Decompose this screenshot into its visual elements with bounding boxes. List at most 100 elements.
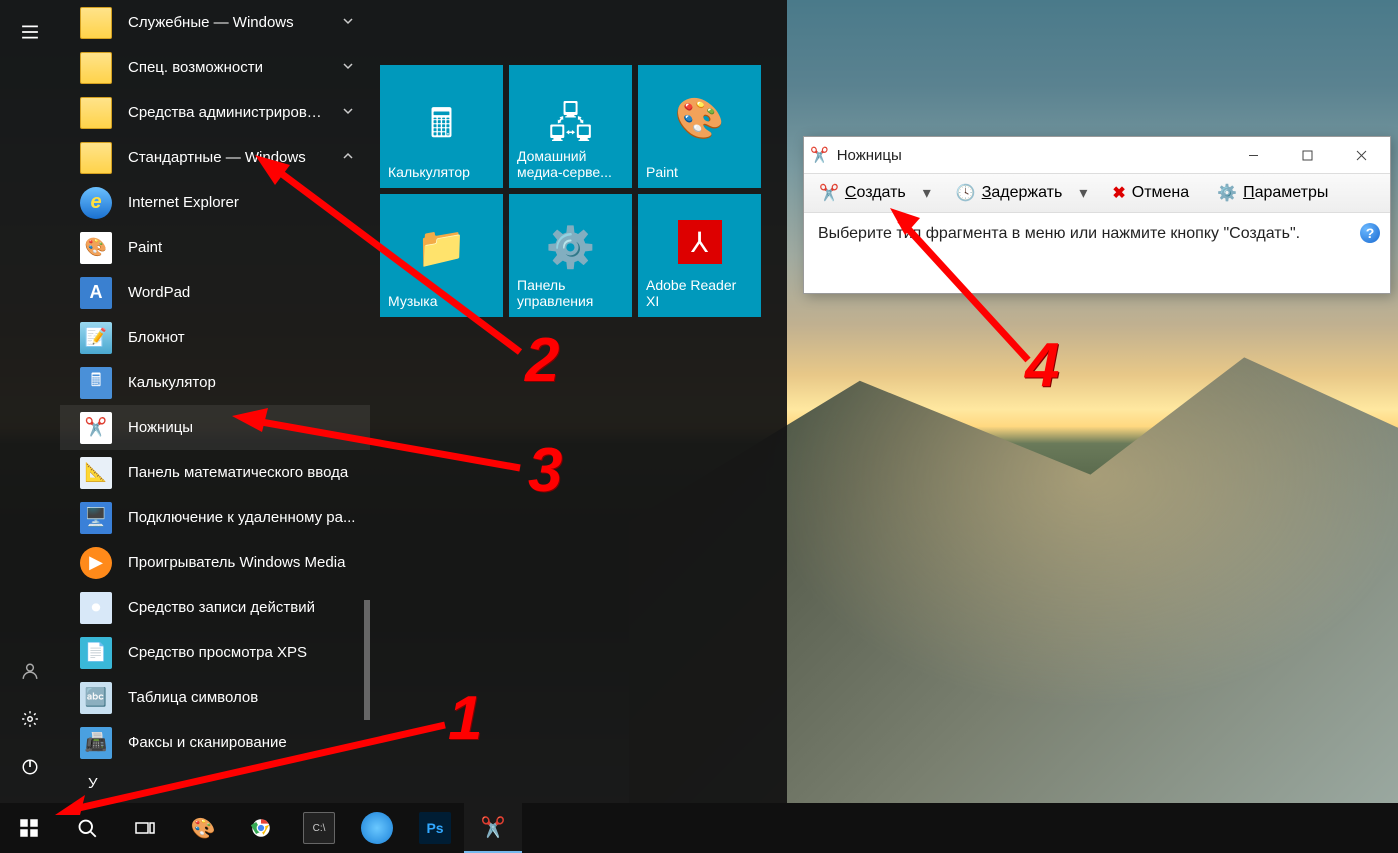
- app-label: Таблица символов: [128, 689, 358, 706]
- power-icon[interactable]: [6, 743, 54, 791]
- folder-label: Стандартные — Windows: [128, 149, 326, 166]
- app-math-panel[interactable]: 📐 Панель математического ввода: [60, 450, 370, 495]
- folder-icon: 📁: [417, 224, 467, 271]
- app-steps-recorder[interactable]: ⏺ Средство записи действий: [60, 585, 370, 630]
- settings-icon[interactable]: [6, 695, 54, 743]
- app-paint[interactable]: 🎨 Paint: [60, 225, 370, 270]
- fax-icon: 📠: [80, 727, 112, 759]
- app-windows-media-player[interactable]: ▶ Проигрыватель Windows Media: [60, 540, 370, 585]
- app-charmap[interactable]: 🔤 Таблица символов: [60, 675, 370, 720]
- photoshop-icon: Ps: [419, 812, 451, 844]
- tile-calculator[interactable]: 🖩 Калькулятор: [380, 65, 503, 188]
- app-label: Подключение к удаленному ра...: [128, 509, 358, 526]
- wordpad-icon: A: [80, 277, 112, 309]
- start-button[interactable]: [0, 803, 58, 853]
- delay-button[interactable]: 🕓 Задержать: [947, 178, 1072, 208]
- math-panel-icon: 📐: [80, 457, 112, 489]
- charmap-icon: 🔤: [80, 682, 112, 714]
- app-label: Средство записи действий: [128, 599, 358, 616]
- tile-music[interactable]: 📁 Музыка: [380, 194, 503, 317]
- taskbar-photoshop[interactable]: Ps: [406, 803, 464, 853]
- folder-label: Средства администрировани...: [128, 104, 326, 121]
- ie-icon: e: [80, 187, 112, 219]
- rdp-icon: 🖥️: [80, 502, 112, 534]
- minimize-button[interactable]: [1230, 140, 1276, 170]
- folder-label: Служебные — Windows: [128, 14, 326, 31]
- help-icon[interactable]: ?: [1360, 223, 1380, 243]
- scissors-icon: ✂️: [477, 811, 509, 843]
- app-label: Проигрыватель Windows Media: [128, 554, 358, 571]
- scissors-icon: ✂️: [80, 412, 112, 444]
- scissors-icon: ✂️: [819, 183, 839, 203]
- taskbar-app-blue[interactable]: [348, 803, 406, 853]
- start-app-list[interactable]: Служебные — Windows Спец. возможности Ср…: [60, 0, 370, 803]
- params-button[interactable]: ⚙️ Параметры: [1208, 178, 1337, 208]
- folder-admin-tools[interactable]: Средства администрировани...: [60, 90, 370, 135]
- tile-paint[interactable]: 🎨 Paint: [638, 65, 761, 188]
- chevron-down-icon: [342, 59, 358, 76]
- snip-body: Выберите тип фрагмента в меню или нажмит…: [804, 213, 1390, 255]
- tile-label: Панель управления: [517, 277, 624, 309]
- notepad-icon: 📝: [80, 322, 112, 354]
- app-xps-viewer[interactable]: 📄 Средство просмотра XPS: [60, 630, 370, 675]
- start-tiles: 🖩 Калькулятор 🖧 Домашний медиа-серве... …: [370, 0, 787, 803]
- create-dropdown[interactable]: ▾: [917, 183, 937, 203]
- folder-icon: [80, 52, 112, 84]
- chevron-down-icon: [342, 14, 358, 31]
- app-label: Internet Explorer: [128, 194, 358, 211]
- cmd-icon: C:\: [303, 812, 335, 844]
- tile-label: Музыка: [388, 293, 495, 309]
- folder-standard-windows[interactable]: Стандартные — Windows: [60, 135, 370, 180]
- folder-spec[interactable]: Спец. возможности: [60, 45, 370, 90]
- search-button[interactable]: [58, 803, 116, 853]
- folder-icon: [80, 97, 112, 129]
- app-internet-explorer[interactable]: e Internet Explorer: [60, 180, 370, 225]
- tile-adobe-reader[interactable]: ⅄ Adobe Reader XI: [638, 194, 761, 317]
- app-label: Ножницы: [128, 419, 358, 436]
- control-panel-icon: ⚙️: [546, 224, 596, 271]
- app-label: Средство просмотра XPS: [128, 644, 358, 661]
- app-calculator[interactable]: 🖩 Калькулятор: [60, 360, 370, 405]
- app-wordpad[interactable]: A WordPad: [60, 270, 370, 315]
- tile-label: Adobe Reader XI: [646, 277, 753, 309]
- adobe-reader-icon: ⅄: [678, 220, 722, 264]
- scrollbar-thumb[interactable]: [364, 600, 370, 720]
- folder-icon: [80, 142, 112, 174]
- folder-sluzhebnye[interactable]: Служебные — Windows: [60, 0, 370, 45]
- tile-label: Калькулятор: [388, 164, 495, 180]
- taskbar-cmd[interactable]: C:\: [290, 803, 348, 853]
- app-fax-scan[interactable]: 📠 Факсы и сканирование: [60, 720, 370, 765]
- create-button[interactable]: ✂️ Создать: [810, 178, 915, 208]
- steps-recorder-icon: ⏺: [80, 592, 112, 624]
- task-view-button[interactable]: [116, 803, 174, 853]
- hamburger-icon[interactable]: [6, 8, 54, 56]
- button-label: Параметры: [1243, 184, 1328, 202]
- maximize-button[interactable]: [1284, 140, 1330, 170]
- app-remote-desktop[interactable]: 🖥️ Подключение к удаленному ра...: [60, 495, 370, 540]
- button-label: Отмена: [1132, 184, 1189, 202]
- app-label: Калькулятор: [128, 374, 358, 391]
- app-label: Панель математического ввода: [128, 464, 358, 481]
- snip-toolbar: ✂️ Создать ▾ 🕓 Задержать ▾ ✖ Отмена ⚙️ П…: [804, 173, 1390, 213]
- window-titlebar[interactable]: ✂️ Ножницы: [804, 137, 1390, 173]
- chrome-icon: [245, 812, 277, 844]
- snipping-tool-window: ✂️ Ножницы ✂️ Создать ▾ 🕓 Задержать ▾ ✖ …: [803, 136, 1391, 294]
- cancel-button[interactable]: ✖ Отмена: [1103, 178, 1198, 208]
- app-notepad[interactable]: 📝 Блокнот: [60, 315, 370, 360]
- tile-control-panel[interactable]: ⚙️ Панель управления: [509, 194, 632, 317]
- alpha-header[interactable]: У: [60, 765, 370, 798]
- tile-media-server[interactable]: 🖧 Домашний медиа-серве...: [509, 65, 632, 188]
- start-menu: Служебные — Windows Спец. возможности Ср…: [0, 0, 787, 803]
- taskbar-snipping-tool[interactable]: ✂️: [464, 803, 522, 853]
- user-icon[interactable]: [6, 647, 54, 695]
- taskbar-paint[interactable]: 🎨: [174, 803, 232, 853]
- app-label: Paint: [128, 239, 358, 256]
- delay-dropdown[interactable]: ▾: [1073, 183, 1093, 203]
- app-icon: [361, 812, 393, 844]
- clock-icon: 🕓: [956, 183, 976, 203]
- window-title: Ножницы: [837, 147, 902, 164]
- close-button[interactable]: [1338, 140, 1384, 170]
- app-snipping-tool[interactable]: ✂️ Ножницы: [60, 405, 370, 450]
- gear-icon: ⚙️: [1217, 183, 1237, 203]
- taskbar-chrome[interactable]: [232, 803, 290, 853]
